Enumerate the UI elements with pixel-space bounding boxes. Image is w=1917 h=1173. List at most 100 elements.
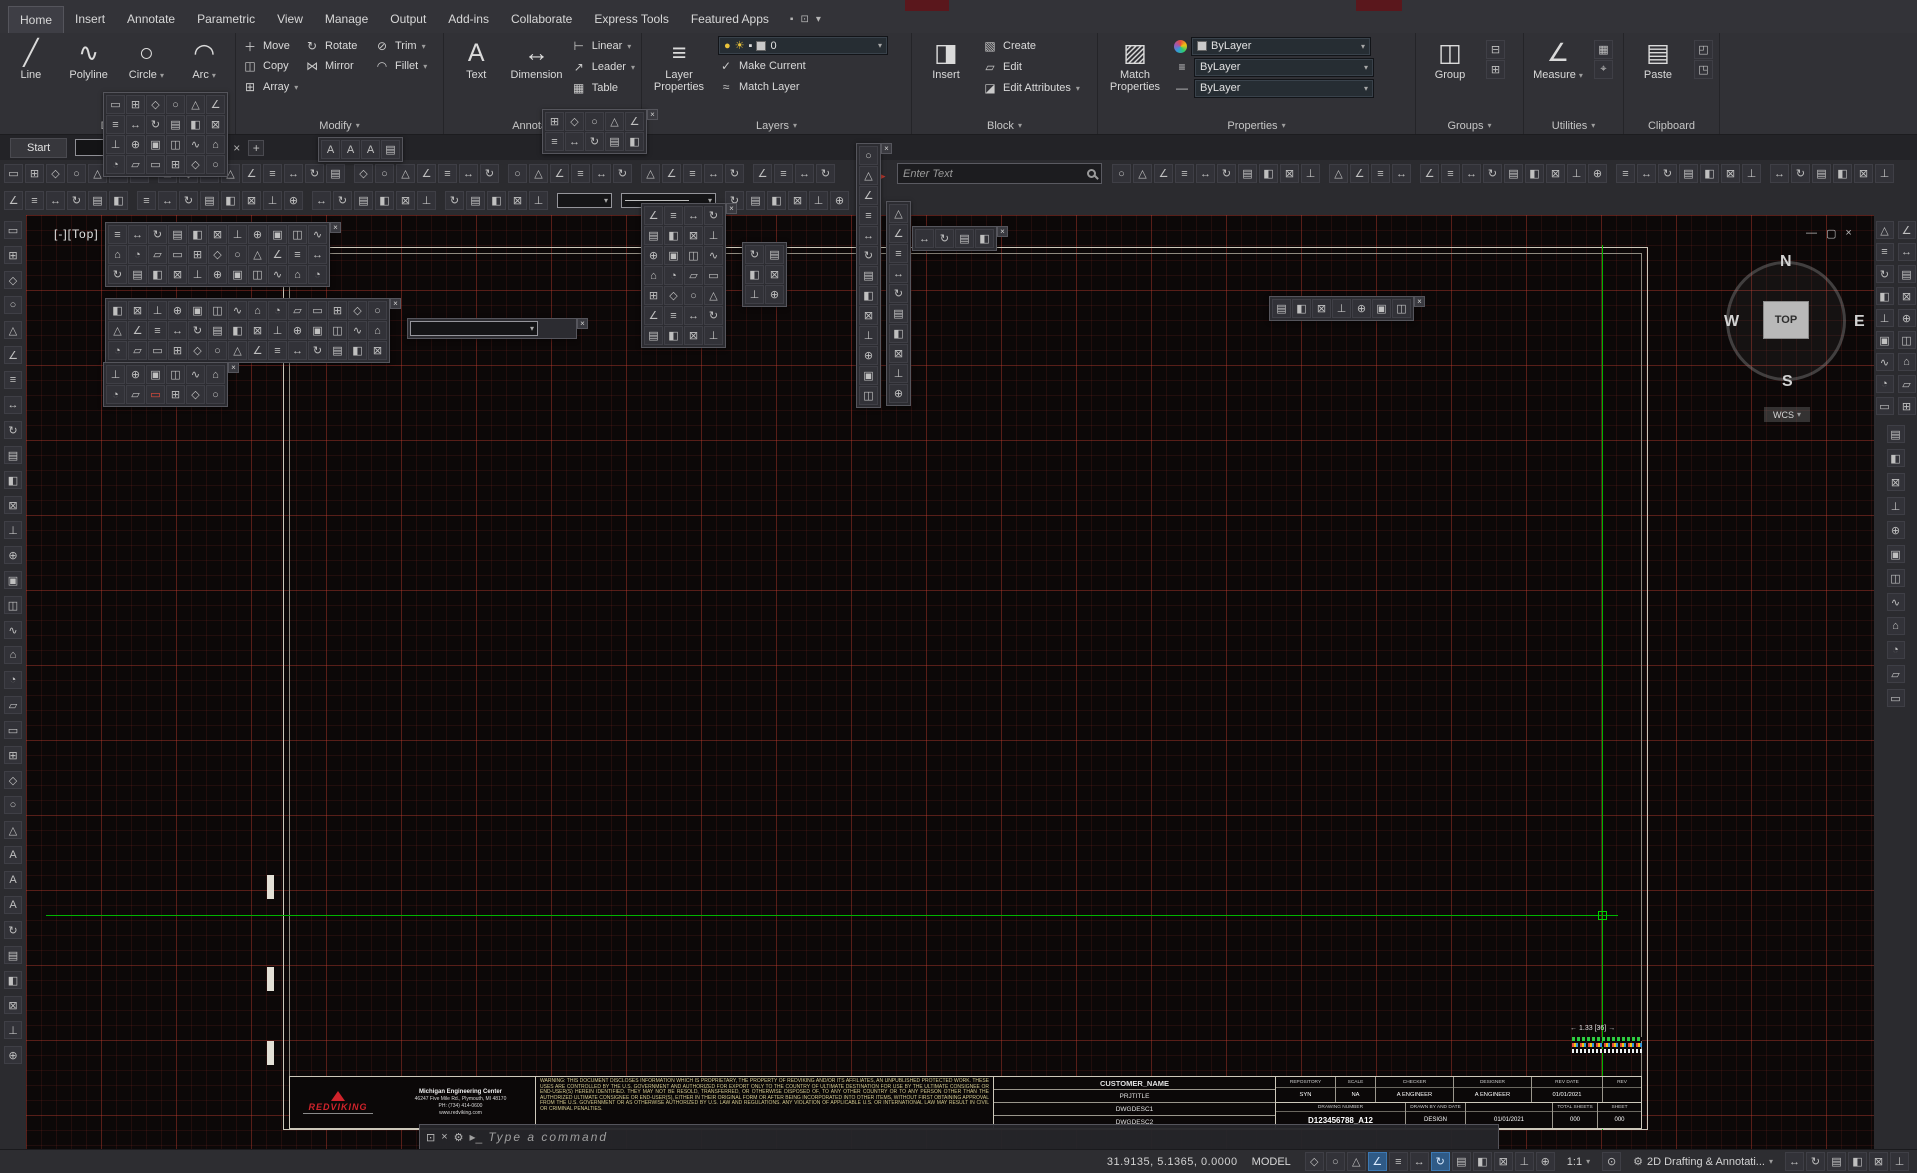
model-space-button[interactable]: MODEL (1246, 1154, 1297, 1170)
tool-icon[interactable]: ▤ (466, 191, 485, 210)
tool-icon[interactable]: ↻ (148, 225, 167, 244)
tool-icon[interactable]: ⌂ (644, 266, 663, 285)
tool-icon[interactable]: ◧ (745, 265, 764, 284)
viewcube-top-face[interactable]: TOP (1763, 301, 1809, 339)
tool-icon[interactable]: ⊥ (188, 265, 207, 284)
tool-icon[interactable]: ○ (375, 164, 394, 183)
tool-icon[interactable]: ⊥ (529, 191, 548, 210)
tool-icon[interactable]: ⊕ (208, 265, 227, 284)
tool-icon[interactable]: ⊥ (417, 191, 436, 210)
tool-icon[interactable]: ∠ (268, 245, 287, 264)
tool-icon[interactable]: ≡ (1388, 1152, 1408, 1171)
tool-icon[interactable]: A (341, 140, 360, 159)
workspace-switcher[interactable]: ⚙ 2D Drafting & Annotati... ▾ (1629, 1155, 1777, 1169)
tool-icon[interactable]: ◔ (1886, 641, 1905, 659)
tool-icon[interactable]: ◔ (308, 265, 327, 284)
tool-icon[interactable]: ▤ (1451, 1152, 1471, 1171)
tool-icon[interactable]: ↻ (816, 164, 835, 183)
tool-icon[interactable]: ⊥ (1514, 1152, 1534, 1171)
tool-icon[interactable]: ⊕ (168, 301, 187, 320)
tool-icon[interactable]: ▤ (88, 191, 107, 210)
block-panel-name[interactable]: Block ▾ (918, 117, 1091, 134)
tool-icon[interactable]: △ (1329, 164, 1348, 183)
tool-icon[interactable]: ▭ (146, 155, 165, 174)
tool-icon[interactable]: ↻ (935, 229, 954, 248)
tool-icon[interactable]: △ (704, 286, 723, 305)
floating-toolbar[interactable]: ▤ ◧ ⊠ ⊥ ⊕ ▣ ◫ × (1269, 296, 1425, 321)
tool-icon[interactable]: ↻ (1875, 265, 1894, 283)
tool-icon[interactable]: ↔ (168, 321, 187, 340)
chevron-down-icon[interactable]: ▾ (816, 14, 821, 25)
tool-icon[interactable]: ≡ (774, 164, 793, 183)
tool-icon[interactable]: △ (4, 821, 22, 839)
tool-icon[interactable]: ◫ (1886, 569, 1905, 587)
tool-icon[interactable]: ▤ (1886, 425, 1905, 443)
tool-icon[interactable]: ▤ (326, 164, 345, 183)
tool-icon[interactable]: A (4, 871, 22, 889)
layers-panel-name[interactable]: Layers ▾ (648, 117, 905, 134)
tool-icon[interactable]: ↻ (613, 164, 632, 183)
tool-icon[interactable]: ◇ (4, 271, 22, 289)
create-block-button[interactable]: ▧ Create (982, 36, 1080, 56)
tool-icon[interactable]: ⊞ (328, 301, 347, 320)
chevron-down-icon[interactable]: ▾ (160, 71, 164, 80)
tool-icon[interactable]: ↻ (108, 265, 127, 284)
tool-icon[interactable]: ◫ (208, 301, 227, 320)
tool-icon[interactable]: ↻ (1483, 164, 1502, 183)
edit-block-button[interactable]: ▱ Edit (982, 57, 1080, 77)
tool-icon[interactable]: ⊕ (889, 384, 908, 403)
tool-icon[interactable]: ◔ (106, 385, 125, 404)
viewcube-west[interactable]: W (1724, 313, 1739, 331)
text-search-box[interactable] (897, 163, 1102, 184)
tool-icon[interactable]: △ (396, 164, 415, 183)
tool-icon[interactable]: ⊠ (4, 996, 22, 1014)
tool-icon[interactable]: ▤ (644, 326, 663, 345)
viewcube-north[interactable]: N (1780, 253, 1792, 271)
tool-icon[interactable]: △ (186, 95, 205, 114)
tool-icon[interactable]: ↔ (126, 115, 145, 134)
tool-icon[interactable]: ◔ (128, 245, 147, 264)
tool-icon[interactable]: ≡ (571, 164, 590, 183)
tool-icon[interactable]: ⊕ (4, 546, 22, 564)
tool-icon[interactable]: ↻ (859, 246, 878, 265)
tool-icon[interactable]: ▱ (1886, 665, 1905, 683)
tool-icon[interactable]: ⊠ (1897, 287, 1916, 305)
array-button[interactable]: ⊞ Array ▾ (242, 77, 437, 97)
tool-icon[interactable]: ↔ (565, 132, 584, 151)
layer-on-icon[interactable]: ● (724, 40, 731, 52)
tool-icon[interactable]: ∿ (4, 621, 22, 639)
tool-icon[interactable]: ⌂ (108, 245, 127, 264)
tool-icon[interactable]: ○ (67, 164, 86, 183)
restore-icon[interactable]: ▢ (1826, 227, 1836, 240)
tool-icon[interactable]: ⊠ (242, 191, 261, 210)
tool-icon[interactable]: ⊕ (288, 321, 307, 340)
tool-icon[interactable]: ▣ (859, 366, 878, 385)
tool-icon[interactable]: ◫ (166, 135, 185, 154)
tool-icon[interactable]: ⊥ (268, 321, 287, 340)
tool-icon[interactable]: ▣ (1875, 331, 1894, 349)
tool-icon[interactable]: ▭ (4, 721, 22, 739)
tool-icon[interactable]: ▭ (168, 245, 187, 264)
object-color-select[interactable]: ByLayer ▾ (1191, 36, 1371, 56)
tool-icon[interactable]: ↻ (585, 132, 604, 151)
tool-icon[interactable]: ▣ (268, 225, 287, 244)
tool-icon[interactable]: ↔ (795, 164, 814, 183)
tool-icon[interactable]: ≡ (268, 341, 287, 360)
tool-icon[interactable]: ▣ (146, 135, 165, 154)
tool-icon[interactable]: ⊥ (263, 191, 282, 210)
tool-icon[interactable]: ≡ (4, 371, 22, 389)
tool-icon[interactable]: ↔ (889, 264, 908, 283)
tool-icon[interactable]: ⊞ (644, 286, 663, 305)
tool-icon[interactable]: A (321, 140, 340, 159)
tool-icon[interactable]: ○ (208, 341, 227, 360)
tool-icon[interactable]: A (4, 846, 22, 864)
close-icon[interactable]: × (577, 318, 588, 329)
tool-icon[interactable]: ⊠ (1312, 299, 1331, 318)
style-select[interactable]: ▾ (557, 193, 612, 208)
tool-icon[interactable]: ◇ (208, 245, 227, 264)
wcs-menu[interactable]: WCS ▾ (1764, 407, 1810, 422)
tool-icon[interactable]: △ (1875, 221, 1894, 239)
tool-icon[interactable]: ⊕ (284, 191, 303, 210)
tool-icon[interactable]: ∠ (1420, 164, 1439, 183)
tool-icon[interactable]: ∠ (1897, 221, 1916, 239)
